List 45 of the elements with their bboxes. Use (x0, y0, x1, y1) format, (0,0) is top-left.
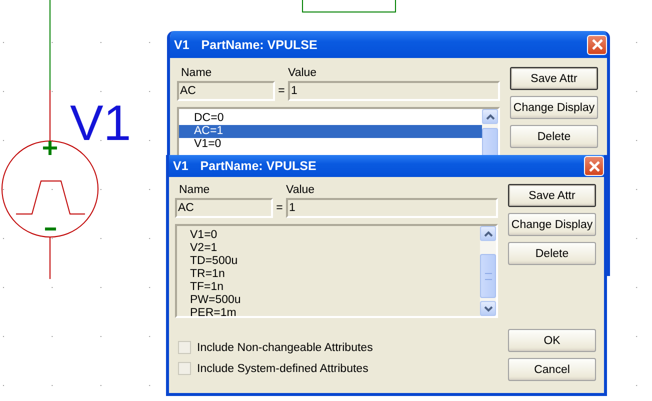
button[interactable]: Cancel (508, 358, 596, 381)
button[interactable]: Delete (510, 125, 598, 148)
checkbox-label: Include System-defined Attributes (197, 362, 368, 374)
part-label: V1 (70, 95, 132, 151)
close-button[interactable] (584, 156, 604, 176)
checkbox[interactable] (178, 362, 191, 375)
list-item[interactable]: PW=500u (177, 294, 480, 307)
list-item[interactable]: DC=0 (179, 112, 482, 125)
list-item[interactable]: V1=0 (179, 138, 482, 151)
input-field[interactable]: 1 (286, 198, 498, 218)
close-icon (590, 38, 604, 51)
checkbox-label: Include Non-changeable Attributes (197, 342, 373, 354)
caret-up-icon (484, 230, 492, 236)
input-field[interactable]: AC (175, 198, 273, 218)
window-title: PartName: VPULSE (201, 38, 318, 52)
list-item[interactable]: V1=0 (177, 229, 480, 242)
input-field[interactable]: 1 (288, 81, 500, 101)
list-item[interactable]: AC=1 (179, 125, 482, 138)
list-item[interactable]: TD=500u (177, 255, 480, 268)
equals-sign: = (275, 202, 284, 214)
field-label: Name (179, 184, 211, 197)
list-item[interactable]: PER=1m (177, 307, 480, 320)
field-label: Value (286, 184, 315, 197)
checkbox[interactable] (178, 341, 191, 354)
button[interactable]: OK (508, 329, 596, 352)
field-label: Name (181, 67, 213, 80)
button[interactable]: Delete (508, 242, 596, 265)
close-button[interactable] (587, 34, 607, 54)
list-item[interactable]: V2=1 (177, 242, 480, 255)
scrollbar[interactable] (480, 226, 496, 316)
button[interactable]: Change Display (510, 96, 598, 119)
input-field[interactable]: AC (177, 81, 275, 101)
button[interactable]: Change Display (508, 213, 596, 236)
window-title-ref: V1 (174, 38, 190, 52)
list-item[interactable]: TF=1n (177, 281, 480, 294)
equals-sign: = (277, 85, 286, 97)
window-title-ref: V1 (173, 159, 188, 173)
field-label: Value (288, 67, 317, 80)
caret-down-icon (484, 306, 492, 312)
button[interactable]: Save Attr (510, 67, 598, 90)
list-item[interactable]: TR=1n (177, 268, 480, 281)
close-icon (588, 160, 600, 172)
window-title: PartName: VPULSE (200, 159, 318, 173)
caret-up-icon (486, 114, 494, 120)
button[interactable]: Save Attr (508, 184, 596, 207)
